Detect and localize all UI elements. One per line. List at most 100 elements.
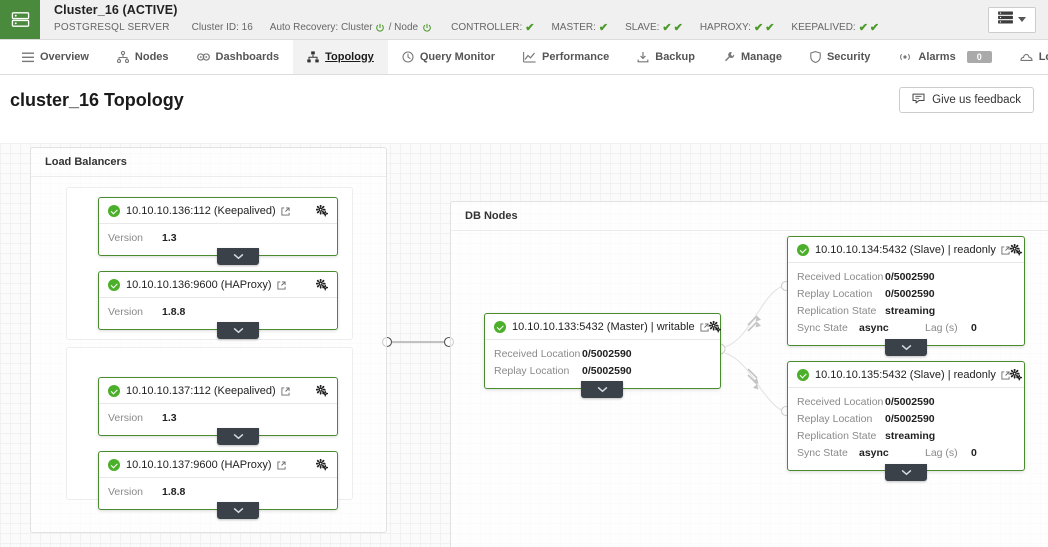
node-settings-icon[interactable]: [316, 279, 328, 291]
status-ok-icon: [108, 459, 120, 471]
node-expand-toggle[interactable]: [217, 322, 259, 339]
meta-master-label: MASTER:: [551, 22, 596, 33]
nodes-icon: [116, 51, 129, 63]
node-name: 10.10.10.134:5432 (Slave) | readonly: [815, 244, 996, 256]
node-settings-icon[interactable]: [708, 321, 721, 333]
row-value-2: 0: [971, 447, 977, 459]
row-key: Received Location: [494, 348, 581, 360]
node-name: 10.10.10.136:9600 (HAProxy): [126, 279, 272, 291]
nav-item-nodes[interactable]: Nodes: [103, 40, 183, 74]
clock-icon: [402, 51, 414, 63]
nav-label: Logs: [1038, 51, 1048, 63]
node-row: Version 1.3: [108, 230, 328, 247]
nav-label: Alarms: [918, 51, 956, 63]
cluster-selector-button[interactable]: [988, 6, 1036, 33]
row-key: Replay Location: [797, 413, 873, 425]
row-key: Replication State: [797, 430, 877, 442]
external-link-icon[interactable]: [1001, 370, 1010, 380]
meta-keepalived-label: KEEPALIVED:: [791, 22, 856, 33]
node-settings-icon[interactable]: [316, 385, 328, 397]
node-expand-toggle[interactable]: [581, 381, 623, 398]
node-settings-icon[interactable]: [316, 205, 328, 217]
db-slave-node[interactable]: 10.10.10.134:5432 (Slave) | readonly Rec…: [787, 236, 1025, 346]
node-row: Sync State async Lag (s) 0: [797, 320, 1015, 337]
meta-controller-label: CONTROLLER:: [451, 22, 523, 33]
power-icon-cluster: [375, 23, 385, 33]
node-settings-icon[interactable]: [1009, 369, 1022, 381]
row-key: Replay Location: [797, 288, 873, 300]
nav-label: Topology: [325, 51, 374, 63]
nav-label: Performance: [541, 51, 610, 63]
shield-icon: [810, 51, 821, 63]
node-row: Sync State async Lag (s) 0: [797, 445, 1015, 462]
node-row: Received Location 0/5002590: [797, 269, 1015, 286]
meta-master: MASTER: ✔: [551, 21, 608, 35]
meta-keepalived: KEEPALIVED: ✔ ✔: [791, 21, 879, 35]
node-header: 10.10.10.134:5432 (Slave) | readonly: [788, 237, 1024, 263]
external-link-icon[interactable]: [1001, 245, 1010, 255]
check-icon: ✔: [525, 22, 535, 34]
give-feedback-label: Give us feedback: [932, 94, 1021, 106]
cluster-meta-row: POSTGRESQL SERVER Cluster ID: 16 Auto Re…: [54, 21, 988, 35]
node-expand-toggle[interactable]: [885, 464, 927, 481]
nav-item-security[interactable]: Security: [796, 40, 884, 74]
comment-icon: [912, 93, 925, 107]
row-key: Replication State: [797, 305, 877, 317]
nav-item-query-monitor[interactable]: Query Monitor: [388, 40, 509, 74]
external-link-icon[interactable]: [276, 280, 286, 290]
db-slave-node[interactable]: 10.10.10.135:5432 (Slave) | readonly Rec…: [787, 361, 1025, 471]
node-expand-toggle[interactable]: [217, 248, 259, 265]
meta-slave-label: SLAVE:: [625, 22, 660, 33]
row-value: 0/5002590: [885, 396, 935, 408]
logs-icon: [1020, 52, 1033, 62]
node-expand-toggle[interactable]: [217, 502, 259, 519]
node-row: Replay Location 0/5002590: [494, 363, 711, 380]
load-balancers-panel-title: Load Balancers: [31, 148, 386, 177]
row-value: 0/5002590: [582, 365, 632, 377]
chevron-down-icon: [233, 327, 243, 334]
node-row: Received Location 0/5002590: [494, 346, 711, 363]
node-body: Received Location 0/5002590 Replay Locat…: [788, 263, 1024, 345]
external-link-icon[interactable]: [276, 460, 286, 470]
nav-item-logs[interactable]: Logs: [1006, 40, 1048, 74]
node-header: 10.10.10.135:5432 (Slave) | readonly: [788, 362, 1024, 388]
db-master-node[interactable]: 10.10.10.133:5432 (Master) | writable Re…: [484, 313, 721, 389]
nav-item-topology[interactable]: Topology: [293, 40, 388, 74]
status-ok-icon: [494, 321, 506, 333]
server-rack-icon: [11, 10, 30, 29]
give-feedback-button[interactable]: Give us feedback: [899, 87, 1034, 113]
nav-label: Overview: [40, 51, 89, 63]
meta-auto-recovery: Auto Recovery: Cluster / Node: [270, 21, 434, 35]
node-expand-toggle[interactable]: [885, 339, 927, 356]
node-expand-toggle[interactable]: [217, 428, 259, 445]
external-link-icon[interactable]: [281, 206, 290, 216]
backup-icon: [637, 51, 649, 63]
node-settings-icon[interactable]: [1009, 244, 1022, 256]
wrench-icon: [723, 51, 735, 63]
row-key: Sync State: [797, 322, 848, 334]
chevron-down-icon: [233, 433, 243, 440]
node-name: 10.10.10.136:112 (Keepalived): [126, 205, 276, 217]
nav-item-alarms[interactable]: Alarms 0: [884, 40, 1005, 74]
node-row: Version 1.3: [108, 410, 328, 427]
chevron-down-icon: [597, 386, 607, 393]
external-link-icon[interactable]: [700, 322, 709, 332]
nav-item-overview[interactable]: Overview: [8, 40, 103, 74]
topology-canvas[interactable]: Load Balancers 10.10.10.136:112 (Keepali…: [0, 143, 1048, 547]
topology-icon: [307, 51, 319, 63]
header-actions: [988, 0, 1048, 39]
nav-item-performance[interactable]: Performance: [509, 40, 623, 74]
status-ok-icon: [108, 385, 120, 397]
nav-item-dashboards[interactable]: Dashboards: [183, 40, 294, 74]
nav-item-manage[interactable]: Manage: [709, 40, 796, 74]
node-settings-icon[interactable]: [316, 459, 328, 471]
status-ok-icon: [797, 369, 809, 381]
chevron-down-icon: [1018, 17, 1027, 22]
row-value: 1.8.8: [162, 306, 186, 318]
row-value: streaming: [885, 305, 936, 317]
row-value: async: [859, 447, 889, 459]
nav-item-backup[interactable]: Backup: [623, 40, 709, 74]
external-link-icon[interactable]: [281, 386, 290, 396]
row-key: Received Location: [797, 271, 884, 283]
db-nodes-panel-title: DB Nodes: [451, 202, 1048, 231]
